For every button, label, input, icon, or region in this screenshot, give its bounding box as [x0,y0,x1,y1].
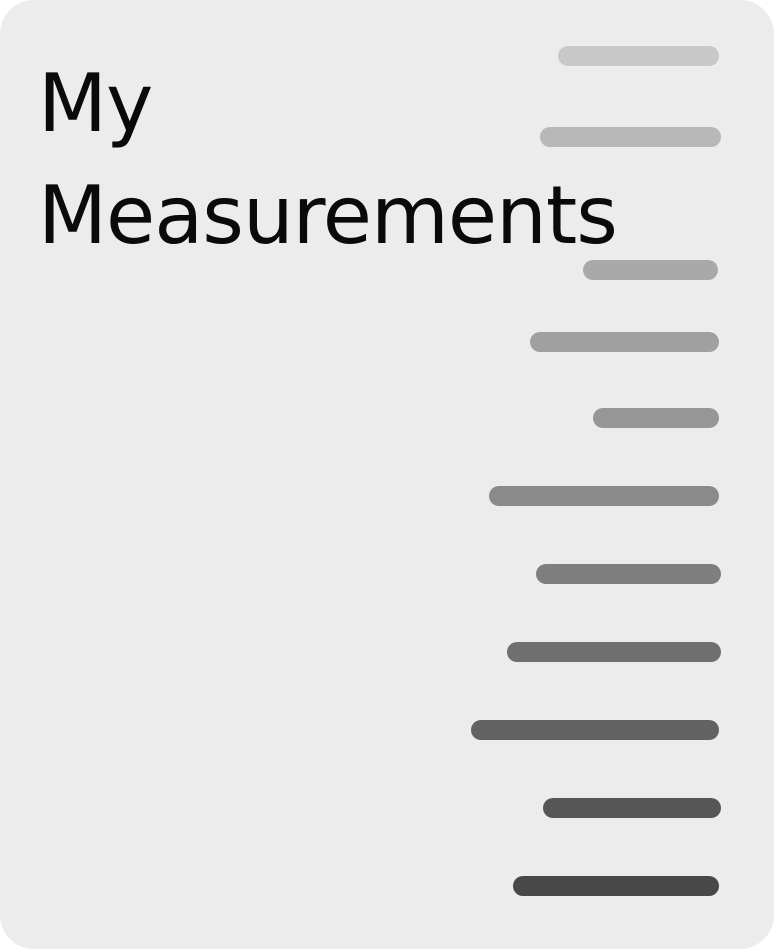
decorative-bar [513,876,719,896]
decorative-bar [536,564,721,584]
decorative-bar [471,720,719,740]
card-title-line-2: Measurements [38,169,618,262]
decorative-bar [530,332,719,352]
measurements-card[interactable]: My Measurements [0,0,774,949]
decorative-bar [489,486,719,506]
card-title-line-1: My [38,57,153,150]
decorative-bar [593,408,719,428]
decorative-bar [507,642,721,662]
card-title: My Measurements [38,48,618,272]
decorative-bar [543,798,721,818]
